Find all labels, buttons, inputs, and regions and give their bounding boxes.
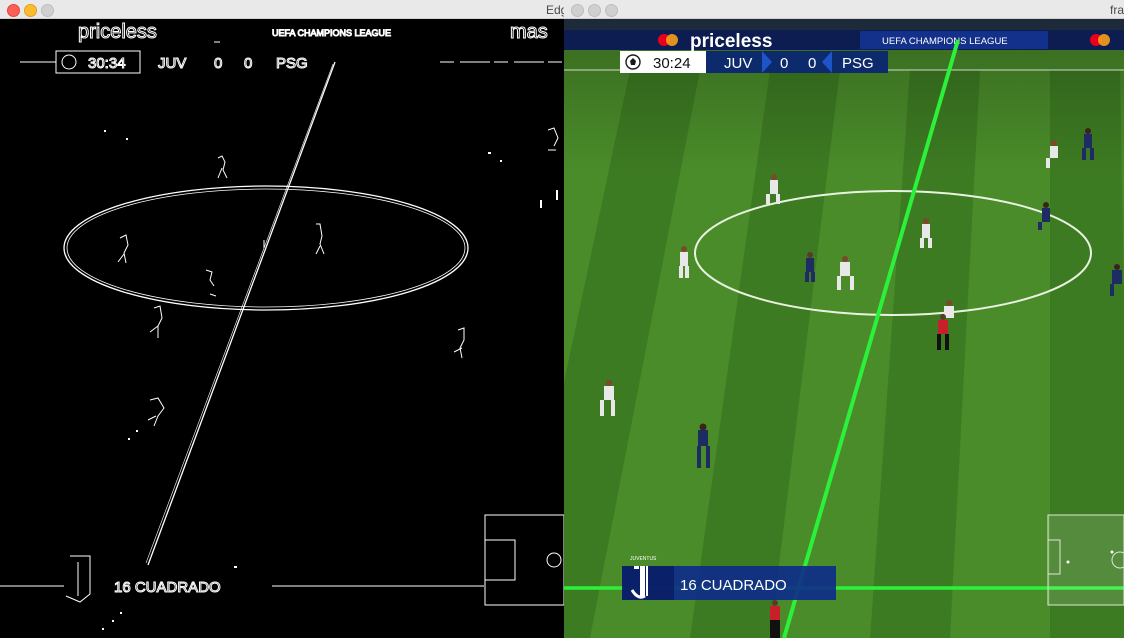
player-name: 16 CUADRADO [680,577,787,594]
minimize-button[interactable] [588,4,601,17]
edge-canvas: priceless UEFA CHAMPIONS LEAGUE mas 30:3… [0,19,564,638]
frame-canvas: priceless UEFA CHAMPIONS LEAGUE 30:24 JU… [564,19,1124,638]
zoom-button[interactable] [41,4,54,17]
edge-caption: 16 CUADRADO [114,579,221,596]
edge-away-score: 0 [244,55,252,72]
away-team: PSG [842,55,874,72]
edge-home: JUV [158,55,186,72]
club-label: JUVENTUS [630,556,657,562]
frame-window-titlebar[interactable]: fra [564,0,1124,19]
edge-window-title: Edg [546,3,564,17]
mastercard-logo [658,34,678,46]
edge-window: Edg priceless UEFA CHAMPIONS LEAGUE mas … [0,0,564,638]
banner-competition: UEFA CHAMPIONS LEAGUE [882,36,1008,47]
zoom-button[interactable] [605,4,618,17]
edge-clock: 30:34 [88,55,126,72]
edge-window-titlebar[interactable]: Edg [0,0,564,19]
edge-banner-partial: mas [510,21,548,43]
edge-away: PSG [276,55,308,72]
close-button[interactable] [571,4,584,17]
close-button[interactable] [7,4,20,17]
edge-banner-priceless: priceless [78,21,157,43]
minimap [1047,514,1124,606]
home-team: JUV [724,55,752,72]
minimize-button[interactable] [24,4,37,17]
banner-sponsor: priceless [690,31,772,52]
edge-image: priceless UEFA CHAMPIONS LEAGUE mas 30:3… [0,19,564,638]
match-clock: 30:24 [653,55,691,72]
mastercard-logo-right [1090,34,1110,46]
edge-banner-competition: UEFA CHAMPIONS LEAGUE [272,28,391,38]
scoreboard: 30:24 JUV 0 0 PSG [620,51,888,73]
away-score: 0 [808,55,816,72]
edge-home-score: 0 [214,55,222,72]
home-score: 0 [780,55,788,72]
frame-window: fra priceless UEFA CHAMPIONS LEAGUE 30:2… [564,0,1124,638]
frame-window-title: fra [1110,3,1124,17]
frame-image: priceless UEFA CHAMPIONS LEAGUE 30:24 JU… [564,19,1124,638]
